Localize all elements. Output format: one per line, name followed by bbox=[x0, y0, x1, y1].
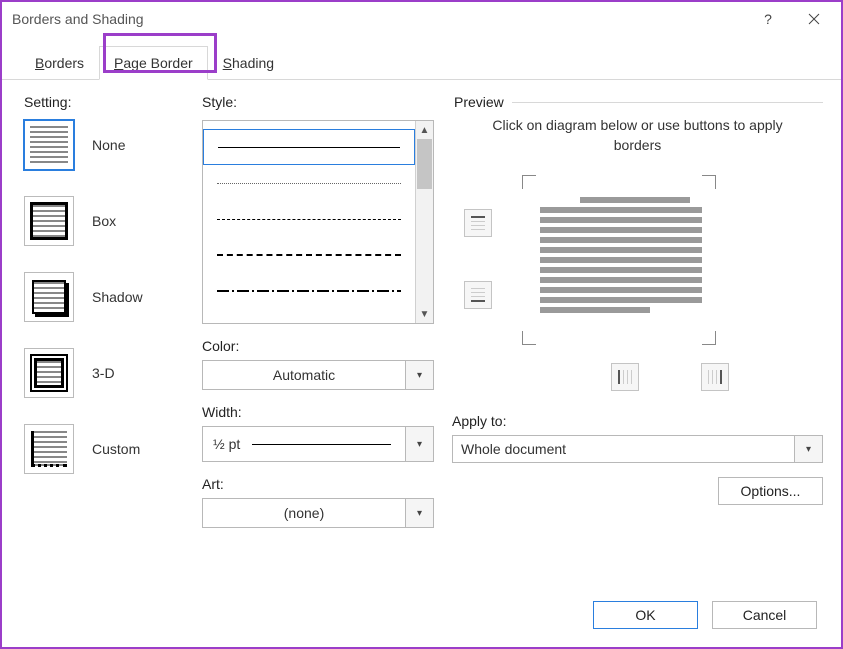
setting-label: Setting: bbox=[24, 94, 184, 110]
corner-marker bbox=[702, 331, 716, 345]
border-top-button[interactable] bbox=[464, 209, 492, 237]
style-dotted[interactable] bbox=[203, 165, 415, 201]
style-options bbox=[203, 121, 415, 323]
preview-label: Preview bbox=[452, 94, 512, 110]
setting-3d-label: 3-D bbox=[92, 365, 115, 381]
help-button[interactable]: ? bbox=[745, 3, 791, 35]
chevron-down-icon[interactable]: ▾ bbox=[405, 361, 433, 389]
style-scrollbar[interactable]: ▲ ▼ bbox=[415, 121, 433, 323]
ok-button[interactable]: OK bbox=[593, 601, 698, 629]
width-dropdown[interactable]: ½ pt ▾ bbox=[202, 426, 434, 462]
setting-none-icon bbox=[24, 120, 74, 170]
setting-shadow[interactable]: Shadow bbox=[24, 272, 184, 322]
chevron-down-icon[interactable]: ▾ bbox=[794, 436, 822, 462]
setting-custom-label: Custom bbox=[92, 441, 140, 457]
art-dropdown[interactable]: (none) ▾ bbox=[202, 498, 434, 528]
scroll-down-icon[interactable]: ▼ bbox=[416, 305, 433, 323]
style-dash-dot[interactable] bbox=[203, 273, 415, 309]
color-label: Color: bbox=[202, 338, 434, 354]
setting-box[interactable]: Box bbox=[24, 196, 184, 246]
width-label: Width: bbox=[202, 404, 434, 420]
setting-box-label: Box bbox=[92, 213, 116, 229]
setting-3d[interactable]: 3-D bbox=[24, 348, 184, 398]
preview-hint: Click on diagram below or use buttons to… bbox=[452, 110, 823, 175]
setting-box-icon bbox=[24, 196, 74, 246]
setting-custom-icon bbox=[24, 424, 74, 474]
corner-marker bbox=[522, 331, 536, 345]
style-solid[interactable] bbox=[203, 129, 415, 165]
art-label: Art: bbox=[202, 476, 434, 492]
chevron-down-icon[interactable]: ▾ bbox=[405, 427, 433, 461]
setting-shadow-label: Shadow bbox=[92, 289, 143, 305]
setting-shadow-icon bbox=[24, 272, 74, 322]
color-dropdown[interactable]: Automatic ▾ bbox=[202, 360, 434, 390]
scroll-up-icon[interactable]: ▲ bbox=[416, 121, 433, 139]
style-dashed-fine[interactable] bbox=[203, 201, 415, 237]
options-button[interactable]: Options... bbox=[718, 477, 823, 505]
width-value: ½ pt bbox=[203, 436, 405, 452]
width-preview-line bbox=[252, 444, 391, 445]
color-value: Automatic bbox=[203, 367, 405, 383]
dialog-footer: OK Cancel bbox=[2, 585, 841, 647]
border-bottom-button[interactable] bbox=[464, 281, 492, 309]
cancel-button[interactable]: Cancel bbox=[712, 601, 817, 629]
apply-to-dropdown[interactable]: Whole document ▾ bbox=[452, 435, 823, 463]
corner-marker bbox=[702, 175, 716, 189]
apply-to-label: Apply to: bbox=[452, 413, 823, 429]
setting-3d-icon bbox=[24, 348, 74, 398]
scroll-thumb[interactable] bbox=[417, 139, 432, 189]
chevron-down-icon[interactable]: ▾ bbox=[405, 499, 433, 527]
setting-custom[interactable]: Custom bbox=[24, 424, 184, 474]
setting-none[interactable]: None bbox=[24, 120, 184, 170]
style-label: Style: bbox=[202, 94, 434, 110]
art-value: (none) bbox=[203, 505, 405, 521]
border-right-button[interactable] bbox=[701, 363, 729, 391]
preview-text-lines bbox=[540, 197, 702, 323]
borders-and-shading-dialog: Borders and Shading ? Borders Page Borde… bbox=[0, 0, 843, 649]
preview-diagram[interactable] bbox=[506, 175, 716, 345]
tab-page-border[interactable]: Page Border bbox=[99, 46, 208, 80]
tab-shading[interactable]: Shading bbox=[208, 46, 289, 80]
corner-marker bbox=[522, 175, 536, 189]
close-button[interactable] bbox=[791, 3, 837, 35]
style-listbox[interactable]: ▲ ▼ bbox=[202, 120, 434, 324]
dialog-title: Borders and Shading bbox=[12, 11, 144, 27]
setting-none-label: None bbox=[92, 137, 125, 153]
tab-borders[interactable]: Borders bbox=[20, 46, 99, 80]
titlebar: Borders and Shading ? bbox=[2, 2, 841, 36]
border-left-button[interactable] bbox=[611, 363, 639, 391]
tab-strip: Borders Page Border Shading bbox=[2, 36, 841, 80]
style-dashed[interactable] bbox=[203, 237, 415, 273]
preview-group: Preview Click on diagram below or use bu… bbox=[452, 94, 823, 413]
apply-to-value: Whole document bbox=[453, 441, 794, 457]
